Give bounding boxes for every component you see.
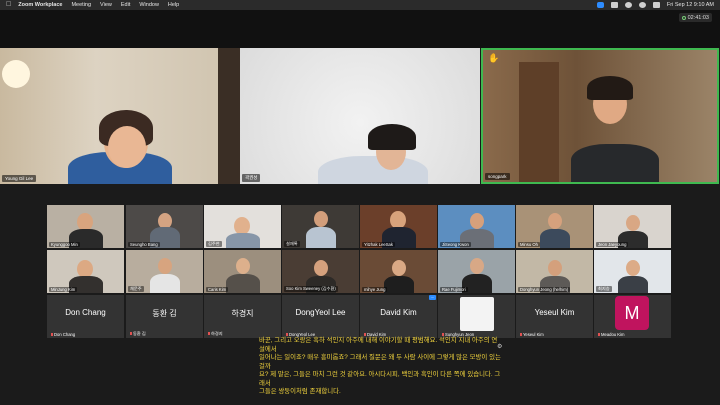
caption-line: 그들은 쌍둥이처럼 존재합니다.: [259, 388, 341, 395]
menu-view[interactable]: View: [100, 2, 112, 8]
participant-display-name: Don Chang: [65, 308, 106, 317]
menu-help[interactable]: Help: [168, 2, 179, 8]
participant-name: Minsu Oh: [518, 242, 540, 247]
menu-bar:  Zoom Workplace Meeting View Edit Windo…: [0, 0, 720, 10]
video-tile-camera-off[interactable]: 하경지 하경지: [204, 295, 281, 338]
mic-muted-icon: [520, 333, 522, 337]
participant-name: MinJung Kim: [49, 287, 78, 292]
participant-name: 채문주: [128, 286, 144, 292]
raised-hand-icon: ✋: [488, 53, 500, 63]
participant-name: Donghyun Jeong (he/him): [518, 287, 571, 292]
profile-picture: [460, 297, 494, 331]
wifi-icon[interactable]: [624, 2, 632, 8]
mic-muted-icon: [286, 333, 288, 337]
battery-icon[interactable]: [610, 2, 618, 8]
menu-edit[interactable]: Edit: [121, 2, 130, 8]
participant-display-name: 동환 김: [152, 309, 177, 318]
caption-line: 일어나는 일이죠? 매우 흥미롭죠? 그래서 질문은 왜 두 사람 사이에 그렇…: [259, 354, 501, 370]
video-tile-featured-2[interactable]: 곽권성: [240, 48, 480, 184]
avatar: M: [615, 296, 649, 330]
participant-name: Kyunggoo Min: [49, 242, 80, 247]
mic-muted-icon: [208, 332, 210, 336]
video-tile-camera-off[interactable]: Sunghyun Jeon: [438, 295, 515, 338]
search-icon[interactable]: [638, 2, 646, 8]
video-tile[interactable]: 최지승: [594, 250, 671, 293]
participant-name: Soo Kim Sweeney (김수환): [284, 286, 338, 292]
zoom-status-icon[interactable]: [596, 2, 604, 8]
video-tile[interactable]: Kyunggoo Min: [47, 205, 124, 248]
participant-name: Yeseul Kim: [518, 332, 546, 337]
meeting-timer-value: 02:41:03: [687, 14, 709, 21]
video-tile-featured-1[interactable]: Young Gil Lee: [0, 48, 240, 184]
participant-name: 설재록: [284, 241, 300, 247]
more-options-button[interactable]: ···: [429, 295, 436, 300]
mic-muted-icon: [51, 333, 53, 337]
video-tile[interactable]: 채문주: [126, 250, 203, 293]
video-tile[interactable]: Rae Fujimori: [438, 250, 515, 293]
participant-name: JiSeong Kwon: [440, 242, 471, 247]
caption-line: 바꾼, 그리고 오랑은 흑하 석인지 아주에 내해 이야기할 때 평범해요. 석…: [259, 337, 498, 353]
participant-name: Don Chang: [49, 332, 77, 337]
participant-name: Yitzhak LeeSak: [362, 242, 395, 247]
participant-display-name: Yeseul Kim: [534, 308, 575, 317]
participant-name: Jeon Jaeyoung: [596, 242, 629, 247]
video-tile[interactable]: Donghyun Jeong (he/him): [516, 250, 593, 293]
apple-icon[interactable]: : [6, 0, 11, 10]
video-tile[interactable]: JiSeong Kwon: [438, 205, 515, 248]
video-tile[interactable]: mihye Jung: [360, 250, 437, 293]
mic-muted-icon: [598, 333, 600, 337]
participant-name: Meadou Kim: [596, 332, 627, 337]
video-tile-camera-off[interactable]: 동환 김 동환 김: [126, 295, 203, 338]
gallery-grid: Kyunggoo Min Seungho Bang 김주현 설재록 Yitzha…: [47, 205, 672, 338]
control-center-icon[interactable]: [652, 2, 660, 8]
participant-display-name: DongYeol Lee: [295, 308, 346, 317]
participant-display-name: 하경지: [231, 309, 254, 318]
video-tile[interactable]: MinJung Kim: [47, 250, 124, 293]
video-tile-camera-off[interactable]: Don Chang Don Chang: [47, 295, 124, 338]
participant-name: mihye Jung: [362, 287, 388, 292]
participant-display-name: David Kim: [380, 308, 417, 317]
participant-name: Seungho Bang: [128, 242, 160, 247]
video-tile[interactable]: Minsu Oh: [516, 205, 593, 248]
participant-name: 최지승: [596, 286, 612, 292]
participant-name: Caris Kim: [206, 287, 229, 292]
caption-settings-icon[interactable]: ⚙: [497, 343, 502, 350]
video-tile-camera-off[interactable]: Yeseul Kim Yeseul Kim: [516, 295, 593, 338]
menubar-clock[interactable]: Fri Sep 12 9:10 AM: [667, 2, 714, 8]
video-tile[interactable]: 설재록: [282, 205, 359, 248]
menu-meeting[interactable]: Meeting: [71, 2, 91, 8]
participant-name: 동환 김: [128, 331, 148, 337]
top-strip: [0, 10, 720, 48]
participant-name: 곽권성: [242, 174, 261, 182]
caption-line: 요? 제 말은, 그들은 마치 그런 것 같아요. 아시다시피, 백인과 흑인이…: [259, 371, 501, 387]
video-tile-active-speaker[interactable]: ✋ songpark: [481, 48, 719, 184]
mic-muted-icon: [442, 333, 444, 337]
video-tile[interactable]: 김주현: [204, 205, 281, 248]
video-tile-camera-off[interactable]: David Kim David Kim: [360, 295, 437, 338]
video-tile[interactable]: Yitzhak LeeSak: [360, 205, 437, 248]
participant-name: songpark: [485, 173, 510, 180]
participant-name: 김주현: [206, 241, 222, 247]
video-tile-camera-off[interactable]: DongYeol Lee DongYeol Lee: [282, 295, 359, 338]
video-tile[interactable]: Soo Kim Sweeney (김수환): [282, 250, 359, 293]
video-tile[interactable]: Jeon Jaeyoung: [594, 205, 671, 248]
menu-app-name[interactable]: Zoom Workplace: [18, 2, 62, 8]
live-caption: 바꾼, 그리고 오랑은 흑하 석인지 아주에 내해 이야기할 때 평범해요. 석…: [259, 337, 503, 397]
mic-muted-icon: [130, 332, 132, 336]
meeting-timer[interactable]: 02:41:03: [678, 13, 712, 22]
video-tile[interactable]: Seungho Bang: [126, 205, 203, 248]
participant-name: Rae Fujimori: [440, 287, 468, 292]
shield-icon: [681, 15, 686, 20]
participant-name: 하경지: [206, 331, 225, 337]
video-tile[interactable]: Caris Kim: [204, 250, 281, 293]
mic-muted-icon: [364, 333, 366, 337]
participant-name: Young Gil Lee: [2, 175, 37, 182]
menu-window[interactable]: Window: [139, 2, 159, 8]
